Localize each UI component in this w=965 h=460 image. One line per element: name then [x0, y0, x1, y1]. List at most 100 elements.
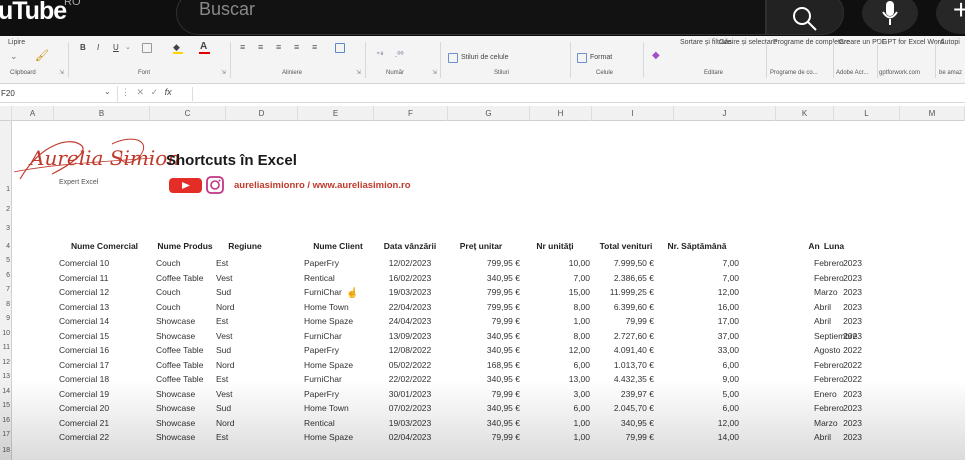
cell-total-revenue[interactable]: 2.386,65 €	[598, 273, 654, 283]
cell-region[interactable]: Nord	[216, 302, 274, 312]
row-header[interactable]: 6	[0, 272, 10, 279]
cell-product[interactable]: Coffee Table	[156, 374, 214, 384]
cell-week-number[interactable]: 9,00	[655, 374, 739, 384]
cell-client[interactable]: FurniChar	[304, 374, 372, 384]
table-row[interactable]: Comercial 13 Couch Nord Home Town 22/04/2023…	[12, 302, 965, 316]
table-row[interactable]: Comercial 14 Showcase Est Home Spaze 24/04/2…	[12, 316, 965, 330]
cell-product[interactable]: Showcase	[156, 331, 214, 341]
cell-total-revenue[interactable]: 4.091,40 €	[598, 345, 654, 355]
cell-sales-rep[interactable]: Comercial 12	[59, 287, 139, 297]
column-header-total-revenue[interactable]: Total venituri	[598, 241, 654, 251]
cell-unit-price[interactable]: 79,99 €	[442, 316, 520, 326]
cell-region[interactable]: Sud	[216, 403, 274, 413]
row-header[interactable]: 9	[0, 315, 10, 322]
cell-units[interactable]: 12,00	[520, 345, 590, 355]
cell-units[interactable]: 7,00	[520, 273, 590, 283]
cell-sale-date[interactable]: 22/04/2023	[378, 302, 442, 312]
align-right-icon[interactable]: ≡	[276, 42, 281, 52]
cell-client[interactable]: Home Spaze	[304, 432, 372, 442]
cell-units[interactable]: 3,00	[520, 389, 590, 399]
cell-sale-date[interactable]: 30/01/2023	[378, 389, 442, 399]
name-box[interactable]: F20 ⌄	[0, 86, 118, 102]
table-row[interactable]: Comercial 16 Coffee Table Sud PaperFry 12/08…	[12, 345, 965, 359]
cell-client[interactable]: Home Town	[304, 403, 372, 413]
underline-button[interactable]: U	[113, 43, 119, 52]
cell-units[interactable]: 10,00	[520, 258, 590, 268]
column-header-j[interactable]: J	[674, 106, 776, 121]
indent-icon[interactable]: ≡	[294, 42, 299, 52]
cell-region[interactable]: Est	[216, 258, 274, 268]
cell-week-number[interactable]: 12,00	[655, 418, 739, 428]
cell-unit-price[interactable]: 340,95 €	[442, 273, 520, 283]
cancel-icon[interactable]: ✕	[137, 87, 145, 97]
youtube-logo[interactable]: uTube	[0, 0, 67, 26]
cell-month[interactable]: Abril	[814, 432, 854, 442]
cell-product[interactable]: Couch	[156, 258, 214, 268]
cell-month[interactable]: Febrero	[814, 403, 854, 413]
cell-week-number[interactable]: 14,00	[655, 432, 739, 442]
cell-product[interactable]: Showcase	[156, 389, 214, 399]
clipboard-launcher-icon[interactable]: ⇲	[59, 69, 64, 76]
table-row[interactable]: Comercial 21 Showcase Nord Rentical 19/03/20…	[12, 418, 965, 432]
merge-cells-icon[interactable]	[335, 43, 345, 53]
cell-unit-price[interactable]: 799,95 €	[442, 287, 520, 297]
table-row[interactable]: Comercial 22 Showcase Est Home Spaze 02/04/2…	[12, 432, 965, 446]
cell-region[interactable]: Vest	[216, 389, 274, 399]
autopilot-button[interactable]: Autopi	[940, 39, 960, 46]
cell-region[interactable]: Sud	[216, 345, 274, 355]
increase-decimal-icon[interactable]: ⁺⁸	[376, 50, 384, 59]
table-row[interactable]: Comercial 15 Showcase Vest FurniChar 13/09/2…	[12, 331, 965, 345]
column-header-m[interactable]: M	[900, 106, 965, 121]
cell-product[interactable]: Couch	[156, 287, 214, 297]
number-launcher-icon[interactable]: ⇲	[432, 69, 437, 76]
cell-product[interactable]: Coffee Table	[156, 273, 214, 283]
table-row[interactable]: Comercial 18 Coffee Table Est FurniChar 22/0…	[12, 374, 965, 388]
cell-client[interactable]: PaperFry	[304, 389, 372, 399]
cell-sale-date[interactable]: 19/03/2023	[378, 287, 442, 297]
table-row[interactable]: Comercial 20 Showcase Sud Home Town 07/02/20…	[12, 403, 965, 417]
cell-unit-price[interactable]: 340,95 €	[442, 403, 520, 413]
cell-sales-rep[interactable]: Comercial 11	[59, 273, 139, 283]
column-header-region[interactable]: Regiune	[216, 241, 274, 251]
cell-month[interactable]: Marzo	[814, 287, 854, 297]
cell-sales-rep[interactable]: Comercial 16	[59, 345, 139, 355]
cell-units[interactable]: 8,00	[520, 331, 590, 341]
cell-sales-rep[interactable]: Comercial 17	[59, 360, 139, 370]
table-row[interactable]: Comercial 17 Coffee Table Nord Home Spaze 05…	[12, 360, 965, 374]
cell-month[interactable]: Febrero	[814, 360, 854, 370]
cell-product[interactable]: Showcase	[156, 403, 214, 413]
cell-client[interactable]: PaperFry	[304, 345, 372, 355]
row-header[interactable]: 15	[0, 402, 10, 409]
cell-week-number[interactable]: 12,00	[655, 287, 739, 297]
row-header[interactable]: 1	[0, 186, 10, 193]
cell-client[interactable]: PaperFry	[304, 258, 372, 268]
cell-region[interactable]: Vest	[216, 331, 274, 341]
cell-region[interactable]: Vest	[216, 273, 274, 283]
cell-month[interactable]: Agosto	[814, 345, 854, 355]
cell-region[interactable]: Est	[216, 316, 274, 326]
row-header[interactable]: 17	[0, 431, 10, 438]
cell-region[interactable]: Sud	[216, 287, 274, 297]
cell-total-revenue[interactable]: 11.999,25 €	[598, 287, 654, 297]
cell-unit-price[interactable]: 799,95 €	[442, 302, 520, 312]
cell-week-number[interactable]: 37,00	[655, 331, 739, 341]
cell-region[interactable]: Est	[216, 374, 274, 384]
insert-function-button[interactable]: fx	[165, 87, 172, 97]
cell-unit-price[interactable]: 799,95 €	[442, 258, 520, 268]
cell-total-revenue[interactable]: 1.013,70 €	[598, 360, 654, 370]
format-button[interactable]: Format	[590, 54, 612, 61]
italic-button[interactable]: I	[97, 43, 99, 52]
column-header-units[interactable]: Nr unități	[520, 241, 590, 251]
cell-week-number[interactable]: 7,00	[655, 273, 739, 283]
table-row[interactable]: Comercial 11 Coffee Table Vest Rentical 16/0…	[12, 273, 965, 287]
cell-product[interactable]: Coffee Table	[156, 360, 214, 370]
row-header[interactable]: 5	[0, 257, 10, 264]
table-row[interactable]: Comercial 12 Couch Sud FurniChar 19/03/2023 7…	[12, 287, 965, 301]
align-center-icon[interactable]: ≡	[258, 42, 263, 52]
row-header[interactable]: 11	[0, 344, 10, 351]
column-header-sales-rep[interactable]: Nume Comercial	[57, 241, 152, 251]
column-header-week-number[interactable]: Nr. Săptămână	[655, 241, 739, 251]
create-pdf-button[interactable]: Creare un PDF	[839, 39, 886, 46]
cell-unit-price[interactable]: 168,95 €	[442, 360, 520, 370]
sheet-area[interactable]: Aurelia Simion Expert Excel Shortcuts în…	[12, 121, 965, 460]
